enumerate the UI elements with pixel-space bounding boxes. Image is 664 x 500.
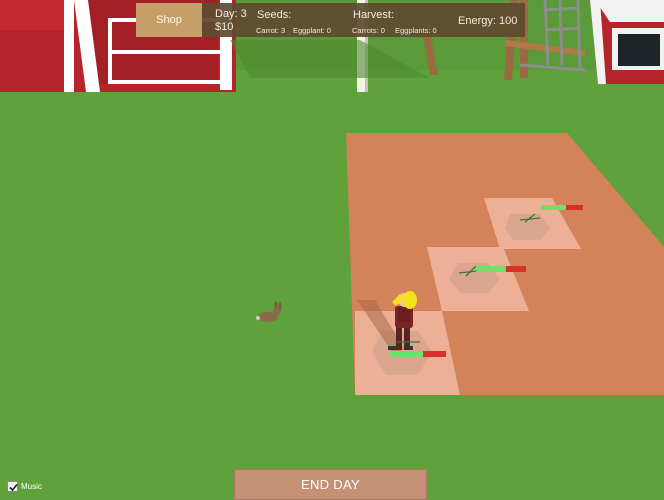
growth-bar (389, 351, 446, 357)
farm-scene (0, 0, 664, 500)
seed-eggplant-count: Eggplant: 0 (293, 26, 331, 35)
day-label: Day: 3 (215, 8, 247, 20)
harvest-heading: Harvest: (353, 9, 394, 21)
music-label: Music (21, 481, 42, 491)
checkmark-icon (9, 483, 18, 491)
seed-carrot-count: Carrot: 3 (256, 26, 286, 35)
growth-bar (476, 266, 526, 272)
end-day-button[interactable]: END DAY (234, 469, 427, 500)
top-hud: Shop Day: 3 $10 Seeds: Carrot: 3 Eggplan… (136, 3, 525, 37)
harvest-carrots-count: Carrots: 0 (352, 26, 385, 35)
energy-label: Energy: 100 (458, 15, 518, 27)
money-label: $10 (215, 21, 234, 33)
harvest-eggplants-count: Eggplants: 0 (395, 26, 437, 35)
music-checkbox[interactable] (7, 480, 18, 492)
growth-bar (541, 205, 583, 210)
seeds-heading: Seeds: (257, 9, 292, 21)
right-barn (590, 0, 664, 84)
shop-button[interactable]: Shop (136, 3, 202, 37)
music-toggle[interactable]: Music (7, 480, 42, 492)
